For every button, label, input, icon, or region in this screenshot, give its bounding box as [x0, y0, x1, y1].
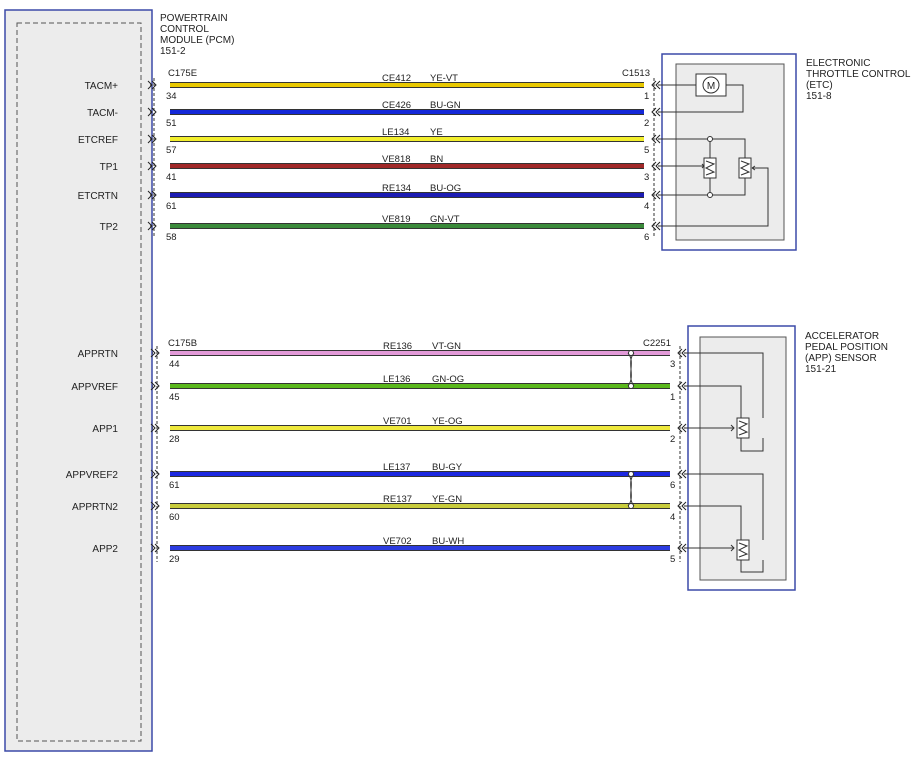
circuit-number: VE819	[382, 214, 411, 225]
pcm-pin-name: TACM+	[85, 81, 119, 92]
wire-color-code: BU-GY	[432, 462, 463, 473]
circuit-number: VE702	[383, 536, 412, 547]
pcm-pin-number: 45	[169, 392, 180, 403]
app-title-line: ACCELERATOR	[805, 331, 879, 342]
pcm-pin-number: 44	[169, 359, 180, 370]
pcm-pin-number: 28	[169, 434, 180, 445]
device-pin-number: 5	[670, 554, 675, 565]
wire-color-code: YE-OG	[432, 416, 463, 427]
pcm-pin-name: TACM-	[87, 108, 118, 119]
device-pin-number: 3	[670, 359, 675, 370]
wire-color-code: GN-OG	[432, 374, 464, 385]
circuit-number: LE134	[382, 127, 409, 138]
wire-color-code: BU-OG	[430, 183, 461, 194]
pcm-title-line: POWERTRAIN	[160, 13, 228, 24]
connector-label-c175e: C175E	[168, 68, 197, 79]
connector-label-c1513: C1513	[622, 68, 650, 79]
motor-label: M	[707, 81, 715, 92]
circuit-number: VE818	[382, 154, 411, 165]
wire-color-code: BU-WH	[432, 536, 464, 547]
pcm-pin-number: 61	[169, 480, 180, 491]
device-pin-number: 2	[670, 434, 675, 445]
circuit-number: LE137	[383, 462, 410, 473]
app-circuit-group: APPRTNRE136 VT-GN44 3APPVREFLE136 GN-OG45 1A…	[66, 341, 688, 565]
pcm-title-number: 151-2	[160, 46, 186, 57]
pcm-title-line: CONTROL	[160, 24, 209, 35]
pcm-pin-number: 41	[166, 172, 177, 183]
device-pin-number: 6	[644, 232, 649, 243]
wire-color-code: VT-GN	[432, 341, 461, 352]
twisted-pair-appvref2-apprtn2	[627, 471, 635, 509]
circuit-number: RE136	[383, 341, 412, 352]
twisted-pair-apprtn-appvref	[627, 350, 635, 389]
circuit-number: CE426	[382, 100, 411, 111]
etc-title-line: THROTTLE CONTROL	[806, 69, 911, 80]
pcm-pin-number: 51	[166, 118, 177, 129]
circuit-number: CE412	[382, 73, 411, 84]
device-pin-number: 1	[670, 392, 675, 403]
pcm-pin-name: APPRTN2	[72, 502, 118, 513]
app-title-number: 151-21	[805, 364, 837, 375]
device-pin-number: 4	[644, 201, 649, 212]
circuit-number: VE701	[383, 416, 412, 427]
pcm-pin-number: 34	[166, 91, 177, 102]
circuit-number: RE134	[382, 183, 411, 194]
etc-title-line: (ETC)	[806, 80, 833, 91]
pcm-pin-number: 60	[169, 512, 180, 523]
wire-color-code: BU-GN	[430, 100, 461, 111]
wiring-diagram: POWERTRAIN CONTROL MODULE (PCM) 151-2 C1…	[4, 9, 911, 752]
etc-circuit-group: TACM+CE412 YE-VT34 1TACM-CE426 BU-GN51 2ETCR…	[78, 73, 662, 243]
wire-color-code: YE	[430, 127, 443, 138]
etc-title-line: ELECTRONIC	[806, 58, 870, 69]
pcm-pin-number: 57	[166, 145, 177, 156]
pcm-module-box	[4, 9, 153, 752]
pcm-pin-number: 58	[166, 232, 177, 243]
pcm-pin-name: ETCRTN	[78, 191, 118, 202]
pcm-pin-name: APPRTN	[78, 349, 118, 360]
pcm-pin-name: TP1	[100, 162, 119, 173]
pcm-pin-number: 61	[166, 201, 177, 212]
pcm-pin-name: ETCREF	[78, 135, 118, 146]
pcm-module: POWERTRAIN CONTROL MODULE (PCM) 151-2	[4, 9, 234, 752]
pcm-pin-name: APP2	[92, 544, 118, 555]
app-sensor-module: ACCELERATOR PEDAL POSITION (APP) SENSOR …	[686, 325, 888, 591]
circuit-number: LE136	[383, 374, 410, 385]
device-pin-number: 2	[644, 118, 649, 129]
app-title-line: (APP) SENSOR	[805, 353, 877, 364]
circuit-number: RE137	[383, 494, 412, 505]
etc-module: ELECTRONIC THROTTLE CONTROL (ETC) 151-8 …	[660, 53, 911, 251]
pcm-pin-number: 29	[169, 554, 180, 565]
pcm-pin-name: APPVREF2	[66, 470, 119, 481]
pcm-pin-name: APPVREF	[71, 382, 118, 393]
pcm-pin-name: TP2	[100, 222, 119, 233]
etc-title-number: 151-8	[806, 91, 832, 102]
wire-color-code: GN-VT	[430, 214, 460, 225]
pcm-pin-name: APP1	[92, 424, 118, 435]
device-pin-number: 1	[644, 91, 649, 102]
wire-color-code: YE-GN	[432, 494, 462, 505]
wire-color-code: YE-VT	[430, 73, 458, 84]
device-pin-number: 6	[670, 480, 675, 491]
connector-label-c175b: C175B	[168, 338, 197, 349]
pcm-title-line: MODULE (PCM)	[160, 35, 234, 46]
device-pin-number: 5	[644, 145, 649, 156]
connector-label-c2251: C2251	[643, 338, 671, 349]
wire-color-code: BN	[430, 154, 443, 165]
device-pin-number: 3	[644, 172, 649, 183]
device-pin-number: 4	[670, 512, 675, 523]
app-title-line: PEDAL POSITION	[805, 342, 888, 353]
